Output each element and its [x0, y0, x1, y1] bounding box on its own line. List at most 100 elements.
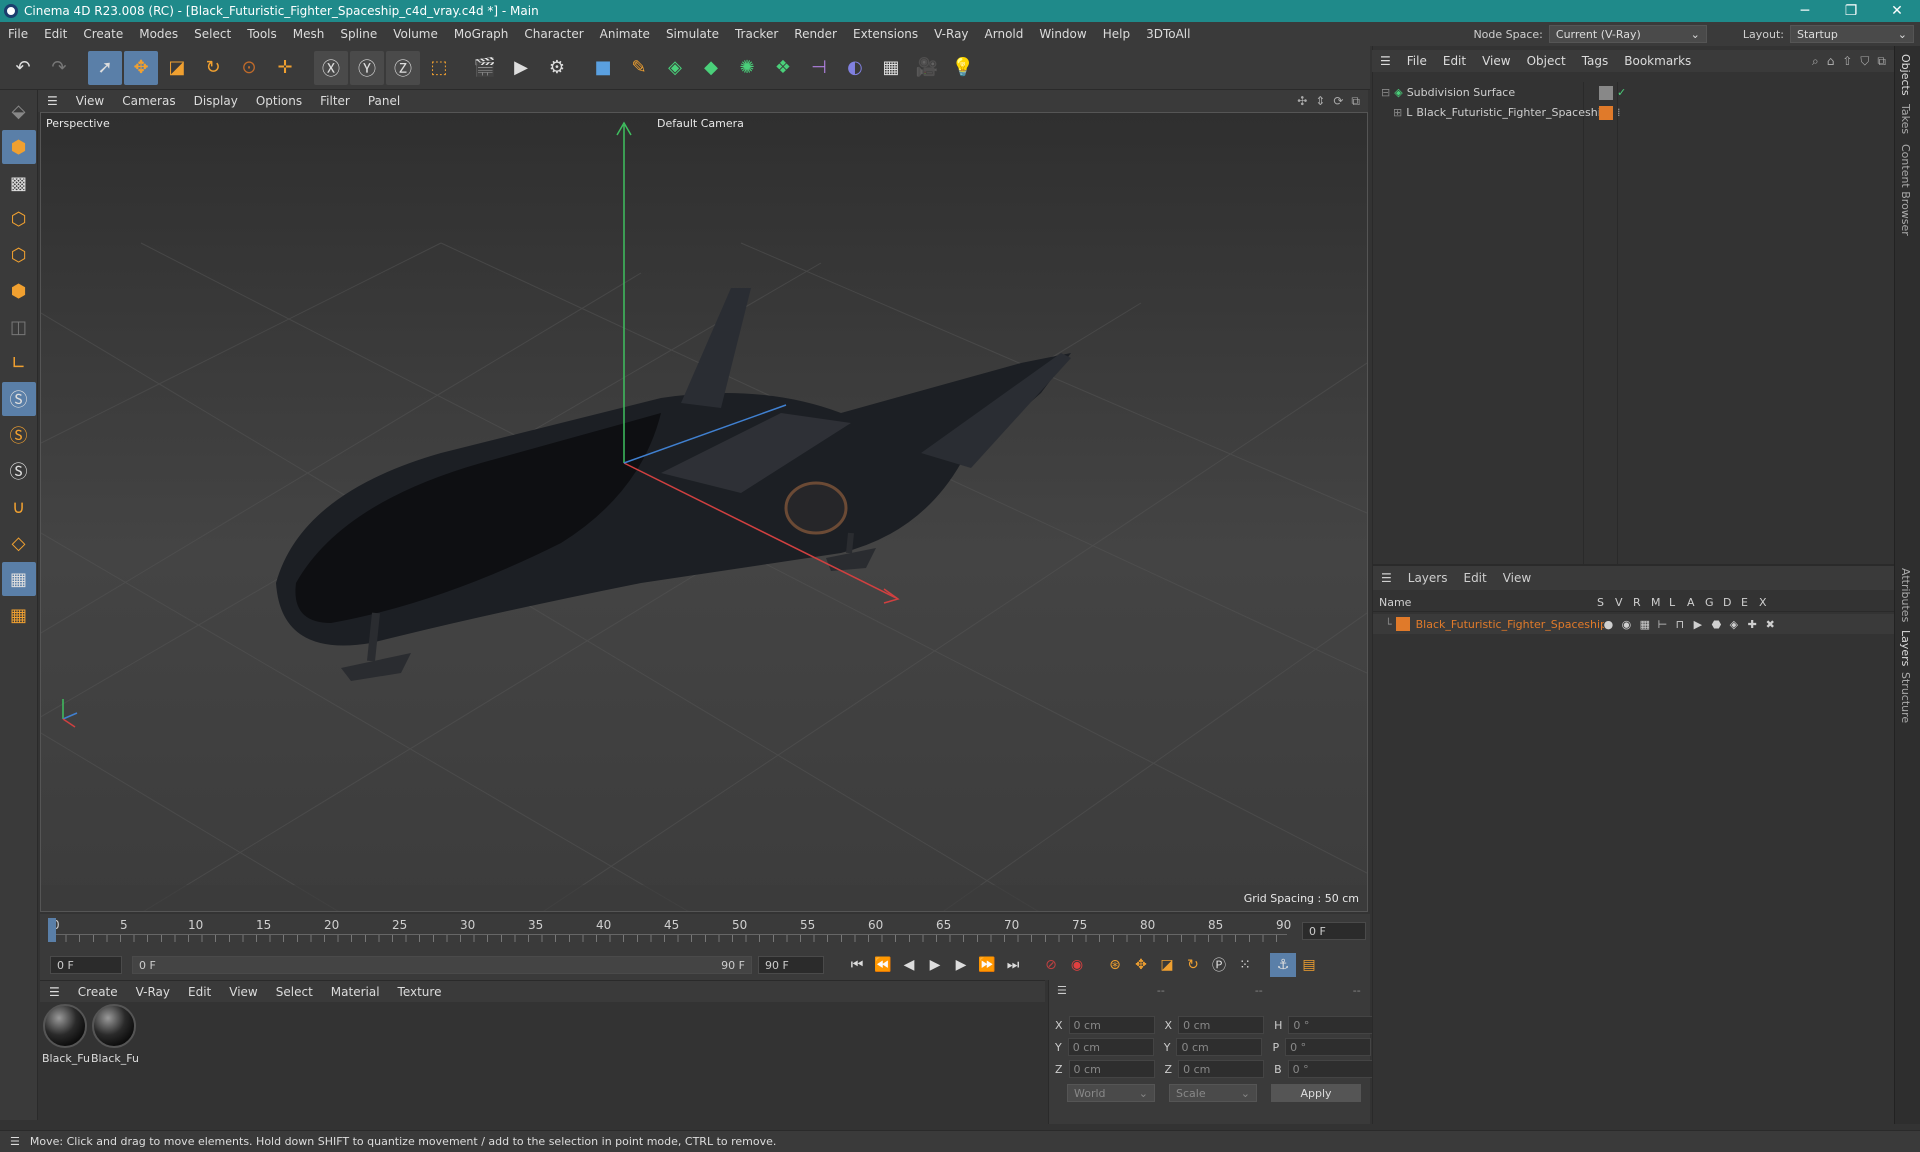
size-y-field[interactable]: 0 cm: [1176, 1038, 1263, 1056]
menu-tracker[interactable]: Tracker: [727, 27, 786, 41]
hamburger-icon[interactable]: ☰: [1373, 571, 1400, 585]
expand-icon[interactable]: ⊞: [1393, 106, 1402, 119]
generator-icon[interactable]: ⬣: [1712, 618, 1730, 631]
play-icon[interactable]: ▶: [922, 953, 948, 977]
viewport-menu-options[interactable]: Options: [247, 94, 311, 108]
polygon-mode-icon[interactable]: ⬢: [2, 274, 36, 308]
grid-snap-icon[interactable]: ▦: [2, 598, 36, 632]
layer-row[interactable]: └ Black_Futuristic_Fighter_Spaceship ● ◉…: [1373, 614, 1895, 634]
viewport-menu-view[interactable]: View: [67, 94, 113, 108]
mograph-icon[interactable]: ❖: [766, 51, 800, 85]
end-frame-field[interactable]: 90 F: [758, 956, 824, 974]
visible-eye-icon[interactable]: ◉: [1622, 618, 1640, 631]
y-axis-lock-icon[interactable]: Ⓨ: [350, 50, 384, 85]
spline-pen-icon[interactable]: ✎: [622, 51, 656, 85]
grid-icon[interactable]: ▦: [1, 562, 36, 596]
home-icon[interactable]: ⌂: [1827, 54, 1835, 69]
go-to-start-icon[interactable]: ⏮: [844, 953, 870, 977]
redo-icon[interactable]: ↷: [42, 51, 76, 85]
menu-window[interactable]: Window: [1031, 27, 1094, 41]
rotation-h-field[interactable]: 0 °: [1288, 1016, 1375, 1034]
collapse-icon[interactable]: ⊟: [1381, 86, 1390, 99]
object-menu-bookmarks[interactable]: Bookmarks: [1616, 54, 1699, 68]
object-menu-view[interactable]: View: [1474, 54, 1518, 68]
subdivision-surface-icon[interactable]: ◈: [658, 51, 692, 85]
position-x-field[interactable]: 0 cm: [1068, 1016, 1155, 1034]
tab-attributes[interactable]: Attributes: [1899, 568, 1912, 622]
animation-play-icon[interactable]: ▶: [1694, 618, 1712, 631]
menu-character[interactable]: Character: [516, 27, 591, 41]
size-z-field[interactable]: 0 cm: [1178, 1060, 1265, 1078]
rotation-p-field[interactable]: 0 °: [1285, 1038, 1372, 1056]
keyframe-selection-icon[interactable]: ⊛: [1102, 953, 1128, 977]
key-parameter-icon[interactable]: Ⓟ: [1206, 953, 1232, 977]
menu-select[interactable]: Select: [186, 27, 239, 41]
close-button[interactable]: ✕: [1874, 3, 1920, 19]
frame-range-slider[interactable]: 0 F 90 F: [132, 956, 752, 974]
menu-spline[interactable]: Spline: [332, 27, 385, 41]
edge-mode-icon[interactable]: ⬡: [2, 238, 36, 272]
uv-mode-icon[interactable]: ◫: [2, 310, 36, 344]
cube-primitive-icon[interactable]: ■: [586, 51, 620, 85]
menu-render[interactable]: Render: [786, 27, 845, 41]
point-mode-icon[interactable]: ⬡: [2, 202, 36, 236]
transform-mode-dropdown[interactable]: Scale ⌄: [1169, 1084, 1257, 1102]
camera-icon[interactable]: 🎥: [910, 51, 944, 85]
axis-move-icon[interactable]: ✛: [268, 51, 302, 85]
tab-structure[interactable]: Structure: [1899, 672, 1912, 723]
solo-dot-icon[interactable]: ●: [1604, 618, 1622, 631]
model-mode-icon[interactable]: ⬢: [1, 130, 36, 164]
layers-menu-view[interactable]: View: [1495, 571, 1539, 585]
quantize-icon[interactable]: Ⓢ: [2, 454, 36, 488]
field-icon[interactable]: ◐: [838, 51, 872, 85]
layer-color-icon[interactable]: [1599, 106, 1613, 120]
hamburger-icon[interactable]: ☰: [1372, 54, 1399, 68]
viewport-menu-panel[interactable]: Panel: [359, 94, 409, 108]
edit-object-icon[interactable]: [1599, 86, 1613, 100]
light-icon[interactable]: 💡: [946, 51, 980, 85]
go-to-end-icon[interactable]: ⏭: [1000, 953, 1026, 977]
next-key-icon[interactable]: ⏩: [974, 953, 1000, 977]
render-picture-viewer-icon[interactable]: ▶: [504, 51, 538, 85]
position-z-field[interactable]: 0 cm: [1068, 1060, 1155, 1078]
apply-button[interactable]: Apply: [1271, 1084, 1361, 1102]
extrude-icon[interactable]: ◆: [694, 51, 728, 85]
current-frame-field[interactable]: 0 F: [1302, 922, 1366, 940]
minimize-button[interactable]: ─: [1782, 3, 1828, 19]
new-window-icon[interactable]: ⧉: [1877, 54, 1886, 69]
workplane-icon[interactable]: ◇: [2, 526, 36, 560]
material-menu-vray[interactable]: V-Ray: [127, 985, 179, 999]
dolly-view-icon[interactable]: ⇕: [1315, 94, 1325, 109]
object-menu-object[interactable]: Object: [1519, 54, 1574, 68]
xref-icon[interactable]: ✖: [1766, 618, 1784, 631]
node-space-dropdown[interactable]: Current (V-Ray) ⌄: [1548, 25, 1707, 43]
material-menu-edit[interactable]: Edit: [179, 985, 220, 999]
key-scale-icon[interactable]: ◪: [1154, 953, 1180, 977]
tab-objects[interactable]: Objects: [1899, 54, 1912, 96]
previous-key-icon[interactable]: ⏪: [870, 953, 896, 977]
timeline-window-icon[interactable]: ▤: [1296, 953, 1322, 977]
viewport-menu-display[interactable]: Display: [185, 94, 247, 108]
enabled-check-icon[interactable]: ✓: [1617, 86, 1626, 100]
render-settings-icon[interactable]: ⚙: [540, 51, 574, 85]
make-editable-icon[interactable]: ⬙: [2, 94, 36, 128]
menu-arnold[interactable]: Arnold: [977, 27, 1032, 41]
menu-3dtoall[interactable]: 3DToAll: [1138, 27, 1198, 41]
object-menu-edit[interactable]: Edit: [1435, 54, 1474, 68]
3d-viewport[interactable]: Perspective Default Camera Grid Spacing …: [40, 112, 1368, 912]
axis-mode-icon[interactable]: ∟: [2, 346, 36, 380]
z-axis-lock-icon[interactable]: Ⓩ: [386, 50, 420, 85]
hamburger-icon[interactable]: ☰: [0, 1135, 30, 1148]
tab-layers[interactable]: Layers: [1899, 630, 1912, 666]
record-icon[interactable]: ⊘: [1038, 953, 1064, 977]
snap-settings-icon[interactable]: Ⓢ: [2, 418, 36, 452]
coordinate-system-icon[interactable]: ⬚: [422, 51, 456, 85]
key-rotation-icon[interactable]: ↻: [1180, 953, 1206, 977]
visibility-dots-icon[interactable]: ⁞: [1617, 106, 1621, 120]
move-icon[interactable]: ✥: [124, 50, 158, 85]
transform-icon[interactable]: ⊙: [232, 51, 266, 85]
next-frame-icon[interactable]: ▶: [948, 953, 974, 977]
start-frame-field[interactable]: 0 F: [50, 956, 122, 974]
menu-animate[interactable]: Animate: [592, 27, 658, 41]
menu-modes[interactable]: Modes: [131, 27, 186, 41]
